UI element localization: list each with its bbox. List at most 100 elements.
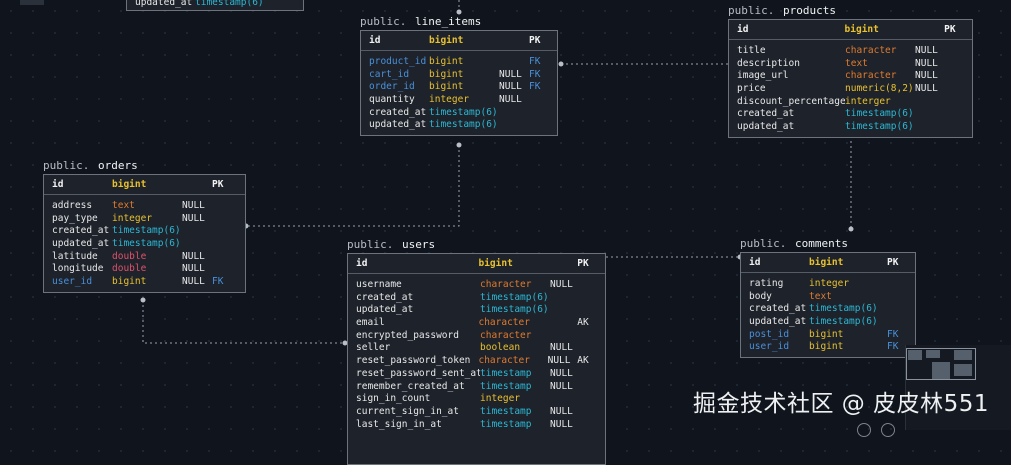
column-type: timestamp(6) — [112, 238, 181, 250]
schema-name: public. — [360, 15, 407, 28]
column-name: created_at — [52, 225, 110, 237]
pk-row: id bigint PK — [741, 253, 915, 273]
column-name: created_at — [369, 106, 427, 118]
column-type: bigint — [429, 81, 464, 93]
column-row: seller boolean NULL — [348, 342, 605, 355]
column-name: quantity — [369, 94, 415, 106]
rel-line-orders-users — [142, 300, 345, 344]
column-type: interger — [845, 95, 891, 107]
column-name: updated_at — [369, 119, 427, 131]
toolbar-stub[interactable] — [20, 0, 44, 5]
column-key: PK — [212, 179, 224, 190]
zoom-in-icon[interactable] — [881, 423, 895, 437]
column-row: title character NULL — [729, 45, 972, 58]
column-name: updated_at — [356, 304, 414, 316]
schema-name: public. — [728, 4, 775, 17]
column-null: NULL — [550, 367, 573, 379]
column-null: NULL — [550, 279, 573, 290]
column-row: remember_created_at timestamp NULL — [348, 381, 605, 394]
column-row: pay_type integer NULL — [44, 213, 245, 226]
column-name: order_id — [369, 81, 415, 93]
table-users[interactable]: public. users id bigint PK username chara… — [347, 237, 606, 465]
column-row: created_at timestamp(6) — [741, 303, 915, 316]
column-key: PK — [944, 24, 956, 35]
column-type: timestamp(6) — [845, 108, 914, 120]
column-type: timestamp(6) — [112, 225, 181, 237]
column-row: encrypted_password character — [348, 330, 605, 343]
column-null — [548, 317, 578, 330]
column-row: sign_in_count integer — [348, 393, 605, 406]
rel-endpoint — [456, 142, 462, 148]
column-type: timestamp(6) — [845, 121, 914, 133]
column-type: character — [478, 317, 530, 329]
column-type: numeric(8,2) — [845, 83, 914, 95]
column-name: created_at — [356, 291, 414, 303]
minimap-viewport[interactable] — [906, 348, 976, 380]
column-row: latitude double NULL — [44, 251, 245, 264]
column-type: integer — [112, 212, 153, 224]
column-row: last_sign_in_at timestamp NULL — [348, 419, 605, 432]
column-row: description text NULL — [729, 58, 972, 71]
column-row: created_at timestamp(6) — [729, 108, 972, 121]
pk-row: id bigint PK — [44, 175, 245, 195]
column-type: bigint — [112, 179, 147, 190]
column-key: PK — [577, 258, 589, 269]
column-type: character — [480, 329, 532, 341]
column-type: timestamp(6) — [809, 303, 878, 315]
table-line-items[interactable]: public. line_items id bigint PK product_… — [360, 14, 558, 137]
column-null: NULL — [550, 342, 573, 354]
column-type: character — [480, 279, 532, 290]
column-null: NULL — [182, 212, 205, 224]
table-partial-top[interactable]: updated_at timestamp(6) — [126, 0, 304, 11]
column-key: FK — [887, 328, 899, 340]
column-type: timestamp(6) — [480, 304, 549, 316]
column-null: NULL — [499, 94, 522, 106]
column-name: updated_at — [749, 316, 807, 328]
column-type: bigint — [429, 35, 464, 46]
column-null: NULL — [499, 68, 522, 80]
table-orders[interactable]: public. orders id bigint PK address text N… — [43, 158, 246, 293]
column-row: cart_id bigint NULL FK — [361, 69, 557, 82]
column-type: timestamp — [480, 367, 532, 379]
column-name: price — [737, 83, 766, 95]
table-comments[interactable]: public. comments id bigint PK rating inte… — [740, 236, 916, 359]
column-name: post_id — [749, 328, 790, 340]
table-products[interactable]: public. products id bigint PK title chara… — [728, 3, 973, 138]
column-type: character — [845, 45, 897, 56]
column-name: email — [356, 317, 385, 329]
column-name: description — [737, 57, 800, 69]
pk-row: id bigint PK — [348, 254, 605, 274]
column-type: text — [112, 200, 135, 211]
column-row: order_id bigint NULL FK — [361, 81, 557, 94]
column-null: NULL — [499, 81, 522, 93]
watermark-text: 掘金技术社区 @ 皮皮林551 — [693, 391, 990, 417]
column-type: text — [809, 290, 832, 302]
column-name: updated_at — [52, 238, 110, 250]
column-row: updated_at timestamp(6) — [741, 316, 915, 329]
column-row: price numeric(8,2) NULL — [729, 83, 972, 96]
zoom-out-icon[interactable] — [857, 423, 871, 437]
column-name: cart_id — [369, 68, 410, 80]
column-null: NULL — [915, 70, 938, 82]
column-null: NULL — [915, 83, 938, 95]
column-type: bigint — [429, 68, 464, 80]
column-name: id — [356, 258, 368, 269]
column-null: NULL — [182, 276, 205, 288]
column-null: NULL — [182, 263, 205, 275]
column-row: updated_at timestamp(6) — [44, 238, 245, 251]
column-row: body text — [741, 291, 915, 304]
diagram-canvas[interactable]: updated_at timestamp(6) public. line_ite… — [0, 0, 1011, 465]
column-name: latitude — [52, 250, 98, 262]
column-type: timestamp(6) — [429, 119, 498, 131]
column-type: bigint — [809, 328, 844, 340]
column-null: NULL — [550, 405, 573, 417]
column-null: NULL — [182, 250, 205, 262]
table-body: id bigint PK title character NULL descript… — [728, 19, 973, 138]
column-null — [499, 56, 529, 69]
column-row: address text NULL — [44, 200, 245, 213]
column-type: timestamp — [480, 405, 532, 417]
column-name: reset_password_sent_at — [356, 367, 480, 379]
column-name: created_at — [749, 303, 807, 315]
column-key — [529, 94, 549, 107]
column-type: timestamp(6) — [429, 106, 498, 118]
